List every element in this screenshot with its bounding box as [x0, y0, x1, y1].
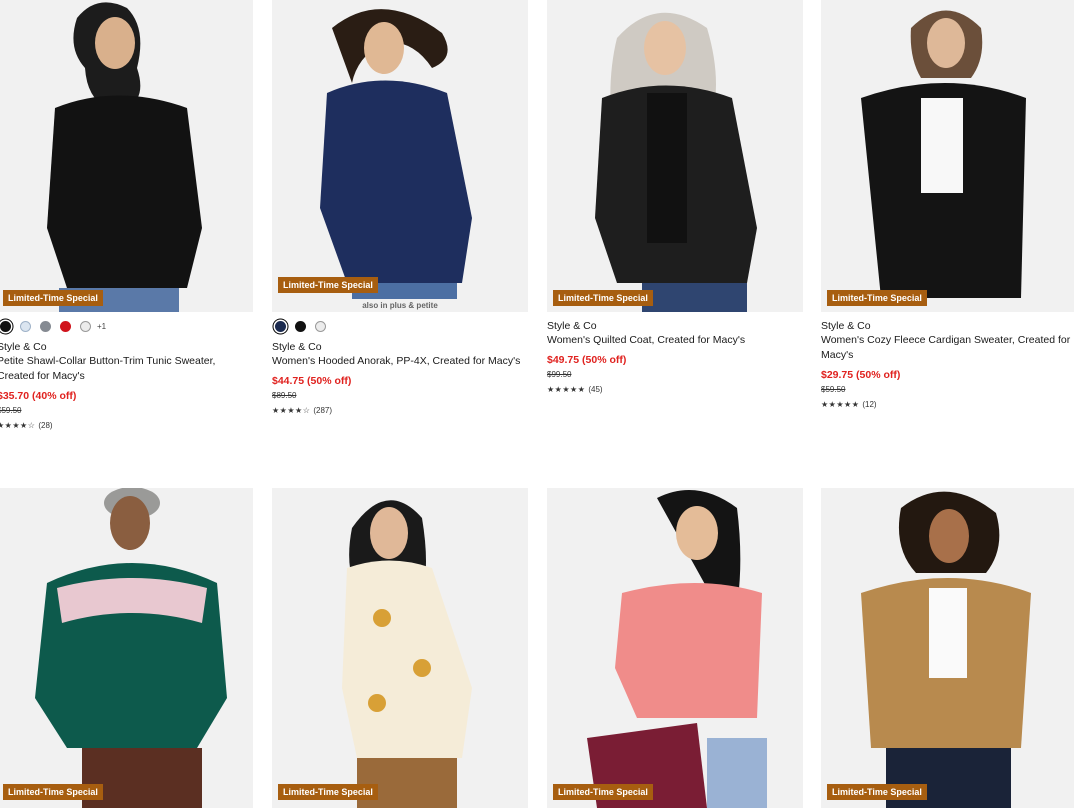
model-photo	[861, 491, 1031, 808]
plus-petite-note: also in plus & petite	[272, 299, 528, 312]
limited-time-badge: Limited-Time Special	[553, 784, 653, 800]
product-image[interactable]: Limited-Time Special	[547, 0, 803, 312]
product-card[interactable]: Limited-Time Special +1 Style & Co Petit…	[0, 0, 253, 430]
model-photo	[35, 488, 227, 808]
review-count: (45)	[588, 385, 603, 394]
original-price: $59.50	[821, 385, 846, 394]
product-card[interactable]: Limited-Time Special	[0, 488, 253, 808]
product-brand: Style & Co	[0, 341, 47, 353]
product-title-link[interactable]: Petite Shawl-Collar Button-Trim Tunic Sw…	[0, 354, 253, 384]
stars-icon: ★★★★☆	[272, 406, 311, 415]
product-card[interactable]: Limited-Time Special	[272, 488, 528, 808]
star-rating[interactable]: ★★★★★ (12)	[821, 400, 1074, 409]
product-image[interactable]: Limited-Time Special	[0, 0, 253, 312]
stars-icon: ★★★★☆	[0, 421, 36, 430]
sale-price: $44.75 (50% off)	[272, 375, 352, 387]
color-swatch[interactable]	[20, 320, 31, 332]
limited-time-badge: Limited-Time Special	[827, 784, 927, 800]
product-image[interactable]: Limited-Time Special	[547, 488, 803, 808]
model-photo	[47, 2, 202, 312]
color-swatch[interactable]	[80, 320, 91, 332]
product-image[interactable]: Limited-Time Special	[821, 488, 1074, 808]
model-photo	[861, 10, 1026, 298]
star-rating[interactable]: ★★★★☆ (287)	[272, 406, 528, 415]
more-colors-link[interactable]: +1	[97, 322, 106, 331]
original-price: $89.50	[272, 391, 297, 400]
limited-time-badge: Limited-Time Special	[553, 290, 653, 306]
product-image[interactable]: Limited-Time Special	[0, 488, 253, 808]
limited-time-badge: Limited-Time Special	[3, 290, 103, 306]
original-price: $59.50	[0, 406, 22, 415]
sale-price: $29.75 (50% off)	[821, 369, 901, 381]
star-rating[interactable]: ★★★★☆ (28)	[0, 421, 253, 430]
review-count: (287)	[313, 406, 333, 415]
original-price: $99.50	[547, 370, 572, 379]
color-swatch[interactable]	[295, 320, 306, 332]
limited-time-badge: Limited-Time Special	[827, 290, 927, 306]
product-brand: Style & Co	[547, 320, 597, 332]
sale-price: $35.70 (40% off)	[0, 390, 77, 402]
product-image[interactable]: Limited-Time Special	[272, 488, 528, 808]
star-rating[interactable]: ★★★★★ (45)	[547, 385, 803, 394]
color-swatch[interactable]	[40, 320, 51, 332]
color-swatches: +1	[0, 316, 253, 336]
limited-time-badge: Limited-Time Special	[3, 784, 103, 800]
model-photo	[342, 500, 472, 808]
color-swatches	[272, 316, 528, 336]
product-card[interactable]: Limited-Time Special	[547, 488, 803, 808]
product-title-link[interactable]: Women's Quilted Coat, Created for Macy's	[547, 333, 803, 348]
color-swatch[interactable]	[275, 320, 286, 332]
product-brand: Style & Co	[272, 341, 322, 353]
product-brand: Style & Co	[821, 320, 871, 332]
product-title-link[interactable]: Women's Hooded Anorak, PP-4X, Created fo…	[272, 354, 528, 369]
product-card[interactable]: Limited-Time Special Style & Co Women's …	[821, 0, 1074, 409]
product-image[interactable]: Limited-Time Special	[821, 0, 1074, 312]
model-photo	[595, 12, 757, 312]
product-title-link[interactable]: Women's Cozy Fleece Cardigan Sweater, Cr…	[821, 333, 1074, 363]
color-swatch[interactable]	[60, 320, 71, 332]
limited-time-badge: Limited-Time Special	[278, 784, 378, 800]
review-count: (12)	[862, 400, 877, 409]
review-count: (28)	[38, 421, 53, 430]
sale-price: $49.75 (50% off)	[547, 354, 627, 366]
product-image[interactable]: Limited-Time Special also in plus & peti…	[272, 0, 528, 312]
color-swatch[interactable]	[315, 320, 326, 332]
product-card[interactable]: Limited-Time Special	[821, 488, 1074, 808]
product-card[interactable]: Limited-Time Special Style & Co Women's …	[547, 0, 803, 394]
color-swatch[interactable]	[0, 320, 11, 332]
stars-icon: ★★★★★	[821, 400, 860, 409]
limited-time-badge: Limited-Time Special	[278, 277, 378, 293]
stars-icon: ★★★★★	[547, 385, 586, 394]
model-photo	[320, 9, 472, 312]
model-photo	[587, 490, 767, 808]
product-card[interactable]: Limited-Time Special also in plus & peti…	[272, 0, 528, 415]
